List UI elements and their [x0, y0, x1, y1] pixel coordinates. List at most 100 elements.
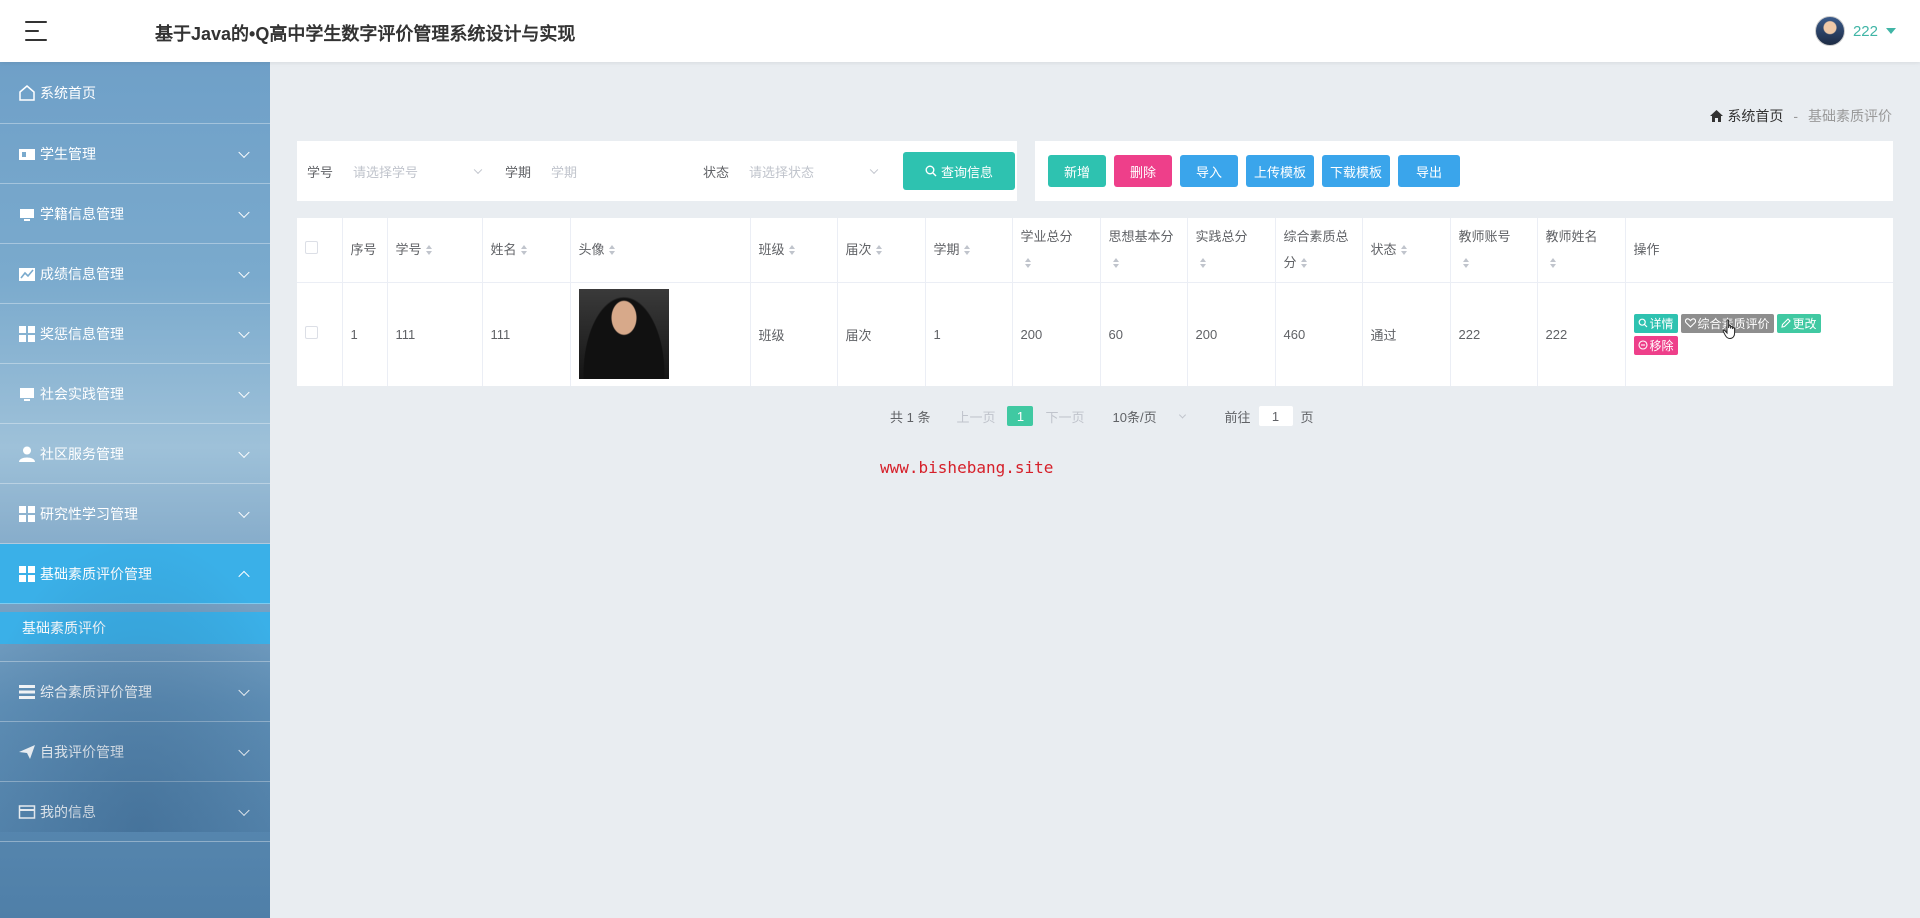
th-xueye[interactable]: 学业总分	[1012, 218, 1101, 283]
home-icon	[1710, 110, 1724, 122]
sort-icon[interactable]	[963, 245, 972, 256]
sidebar-item-shequ[interactable]: 社区服务管理	[0, 424, 270, 484]
sort-icon[interactable]	[1112, 258, 1121, 269]
import-button[interactable]: 导入	[1180, 155, 1238, 187]
sort-icon[interactable]	[788, 245, 797, 256]
sidebar-item-label: 社会实践管理	[40, 385, 124, 402]
sort-icon[interactable]	[1549, 258, 1558, 269]
grid-icon	[18, 325, 36, 343]
sidebar-item-label: 奖惩信息管理	[40, 325, 124, 342]
breadcrumb: 系统首页 - 基础素质评价	[1710, 106, 1892, 126]
search-icon	[925, 165, 937, 177]
xueqi-input[interactable]: 学期	[541, 153, 692, 189]
th-teacher-no-label: 教师账号	[1458, 228, 1511, 244]
row-select-cell	[297, 282, 343, 386]
th-banji[interactable]: 班级	[750, 218, 838, 283]
sort-icon[interactable]	[1199, 258, 1208, 269]
breadcrumb-home[interactable]: 系统首页	[1710, 106, 1783, 126]
sort-icon[interactable]	[1024, 258, 1033, 269]
cell-name: 111	[482, 282, 571, 386]
sort-icon[interactable]	[1400, 245, 1409, 256]
page-number-current[interactable]: 1	[1007, 406, 1034, 426]
sort-icon[interactable]	[520, 245, 529, 256]
watermark-text: www.bishebang.site	[880, 458, 1054, 477]
th-teacher-name-label: 教师姓名	[1545, 228, 1598, 244]
sidebar-item-label: 研究性学习管理	[40, 505, 138, 522]
sort-icon[interactable]	[1462, 258, 1471, 269]
xuehao-select[interactable]: 请选择学号	[343, 153, 494, 189]
xuehao-label: 学号	[307, 164, 334, 180]
chevron-down-icon	[238, 266, 250, 278]
th-xuehao[interactable]: 学号	[387, 218, 483, 283]
upload-template-button[interactable]: 上传模板	[1246, 155, 1314, 187]
th-name[interactable]: 姓名	[482, 218, 571, 283]
query-button-label: 查询信息	[941, 164, 994, 180]
sidebar-subitem-jichu-pingjia[interactable]: 基础素质评价	[0, 612, 270, 644]
th-status-label: 状态	[1370, 241, 1397, 257]
sort-icon[interactable]	[425, 245, 434, 256]
th-status[interactable]: 状态	[1362, 218, 1451, 283]
chevron-down-icon	[238, 684, 250, 696]
sidebar-item-shijian[interactable]: 社会实践管理	[0, 364, 270, 424]
detail-button[interactable]: 详情	[1633, 313, 1678, 333]
export-button[interactable]: 导出	[1398, 155, 1460, 187]
sidebar-item-myinfo[interactable]: 我的信息	[0, 782, 270, 842]
student-photo[interactable]	[578, 289, 669, 380]
sidebar-item-zonghe[interactable]: 综合素质评价管理	[0, 662, 270, 722]
top-header: 基于Java的•Q高中学生数字评价管理系统设计与实现 222	[0, 0, 1920, 62]
th-zonghe[interactable]: 综合素质总分	[1275, 218, 1363, 283]
add-button[interactable]: 新增	[1048, 155, 1106, 187]
prev-page-button[interactable]: 上一页	[956, 407, 995, 426]
menu-toggle-icon[interactable]	[25, 20, 51, 42]
send-icon	[18, 743, 36, 761]
sidebar-item-chengji[interactable]: 成绩信息管理	[0, 244, 270, 304]
th-xueqi-label: 学期	[933, 241, 960, 257]
sidebar-item-jichu[interactable]: 基础素质评价管理	[0, 544, 270, 604]
edit-button-label: 更改	[1792, 316, 1817, 331]
detail-button-label: 详情	[1649, 316, 1674, 331]
cell-teacher-name: 222	[1537, 282, 1626, 386]
th-avatar[interactable]: 头像	[570, 218, 751, 283]
sidebar-item-label: 自我评价管理	[40, 743, 124, 760]
download-template-button[interactable]: 下载模板	[1322, 155, 1390, 187]
page-size-select[interactable]: 10条/页	[1113, 404, 1193, 428]
th-teacher-no[interactable]: 教师账号	[1450, 218, 1538, 283]
next-page-button[interactable]: 下一页	[1045, 407, 1084, 426]
query-button[interactable]: 查询信息	[903, 152, 1016, 190]
sidebar-item-xueji[interactable]: 学籍信息管理	[0, 184, 270, 244]
th-xueqi[interactable]: 学期	[925, 218, 1013, 283]
th-zonghe-label: 综合素质总	[1283, 228, 1349, 244]
sidebar-item-students[interactable]: 学生管理	[0, 124, 270, 184]
heart-icon	[1684, 318, 1696, 329]
sidebar-item-home[interactable]: 系统首页	[0, 62, 270, 124]
chevron-down-icon	[869, 165, 879, 175]
zhuangtai-select[interactable]: 请选择状态	[739, 153, 890, 189]
user-menu[interactable]: 222	[1814, 16, 1896, 46]
remove-button[interactable]: 移除	[1633, 335, 1678, 355]
th-teacher-name[interactable]: 教师姓名	[1537, 218, 1626, 283]
sidebar-item-label: 社区服务管理	[40, 445, 124, 462]
th-jieci[interactable]: 届次	[837, 218, 926, 283]
sidebar-item-label: 成绩信息管理	[40, 265, 124, 282]
sidebar-item-jiangcheng[interactable]: 奖惩信息管理	[0, 304, 270, 364]
chevron-down-icon	[238, 146, 250, 158]
cell-teacher-no: 222	[1450, 282, 1538, 386]
cell-avatar	[570, 282, 751, 386]
edit-button[interactable]: 更改	[1776, 313, 1821, 333]
sort-icon[interactable]	[1300, 258, 1309, 269]
th-sixiang[interactable]: 思想基本分	[1100, 218, 1188, 283]
cell-index: 1	[342, 282, 388, 386]
goto-page-input[interactable]: 1	[1258, 406, 1293, 426]
sidebar-item-ziwo[interactable]: 自我评价管理	[0, 722, 270, 782]
sort-icon[interactable]	[875, 245, 884, 256]
row-checkbox[interactable]	[305, 326, 318, 340]
select-all-checkbox[interactable]	[305, 240, 318, 254]
sort-icon[interactable]	[608, 245, 617, 256]
th-shijian[interactable]: 实践总分	[1187, 218, 1276, 283]
delete-button[interactable]: 删除	[1114, 155, 1172, 187]
th-xuehao-label: 学号	[395, 241, 422, 257]
sidebar-item-yanjiu[interactable]: 研究性学习管理	[0, 484, 270, 544]
th-index: 序号	[342, 218, 388, 283]
page-unit-label: 页	[1300, 409, 1314, 425]
wallet-icon	[18, 803, 36, 821]
